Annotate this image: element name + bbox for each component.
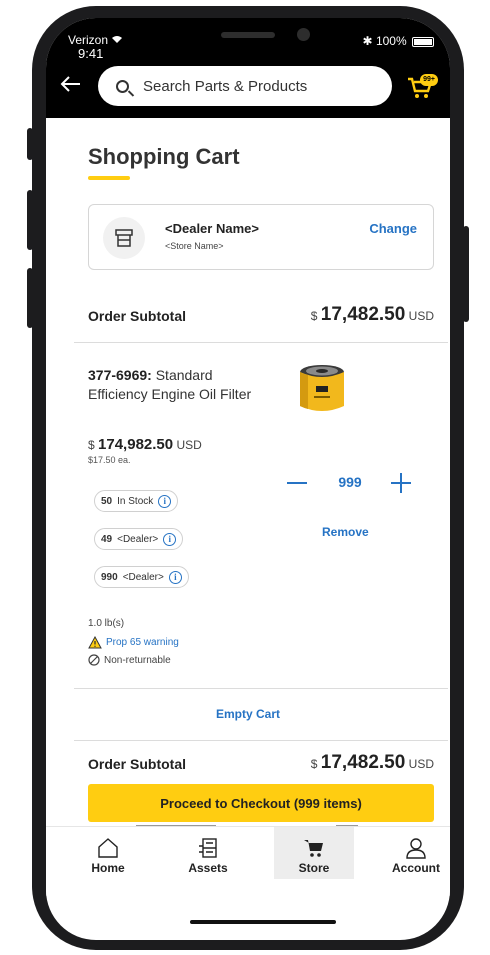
nav-assets[interactable]: Assets — [168, 827, 248, 879]
currency-code: USD — [408, 309, 434, 323]
currency-symbol: $ — [310, 309, 318, 323]
stock-label: In Stock — [117, 495, 154, 507]
currency-code: USD — [176, 438, 202, 452]
battery-percent: 100% — [375, 34, 407, 48]
stock-pill: 49 <Dealer> i — [94, 528, 184, 550]
cart-icon — [304, 840, 323, 857]
nav-store[interactable]: Store — [274, 827, 354, 879]
subtotal-label: Order Subtotal — [88, 756, 187, 772]
power-button — [463, 226, 469, 322]
page-title: Shopping Cart — [88, 144, 240, 169]
cart-badge: 99+ — [420, 74, 438, 86]
quantity-stepper: 999 — [282, 468, 416, 498]
item-each-price: $17.50 ea. — [88, 455, 131, 465]
change-dealer-link[interactable]: Change — [369, 221, 417, 236]
stock-pill: 990 <Dealer> i — [94, 566, 189, 588]
order-subtotal-top: Order Subtotal $ 17,482.50 USD — [88, 304, 434, 328]
info-icon[interactable]: i — [163, 532, 177, 546]
back-arrow-icon[interactable] — [60, 74, 82, 98]
item-price-value: 174,982.50 — [98, 436, 174, 453]
subtotal-value: 17,482.50 — [320, 752, 406, 773]
item-weight: 1.0 lb(s) — [88, 618, 125, 629]
divider — [74, 740, 448, 741]
stock-label: <Dealer> — [117, 533, 159, 545]
subtotal-amount: $ 17,482.50 USD — [311, 304, 434, 326]
info-icon[interactable]: i — [158, 494, 172, 508]
status-left: Verizon 9:41 — [68, 34, 123, 60]
status-right: ✱ 100% — [363, 34, 434, 48]
home-indicator — [190, 920, 336, 924]
subtotal-amount: $ 17,482.50 USD — [311, 752, 434, 774]
nav-account-label: Account — [392, 861, 440, 875]
subtotal-label: Order Subtotal — [88, 308, 187, 324]
nav-home-label: Home — [91, 861, 125, 875]
title-underline — [88, 176, 130, 180]
order-subtotal-bottom: Order Subtotal $ 17,482.50 USD — [88, 752, 434, 776]
volume-up-button — [27, 190, 33, 250]
notch — [139, 18, 357, 52]
silent-switch — [27, 128, 33, 160]
empty-cart-link[interactable]: Empty Cart — [46, 707, 450, 721]
battery-icon — [412, 36, 434, 47]
search-bar[interactable] — [98, 66, 392, 106]
proceed-to-checkout-button[interactable]: Proceed to Checkout (999 items) — [88, 784, 434, 822]
store-icon — [103, 217, 145, 259]
nav-home[interactable]: Home — [68, 827, 148, 879]
dealer-card: <Dealer Name> <Store Name> Change — [88, 204, 434, 270]
bluetooth-icon: ✱ — [362, 34, 373, 48]
stock-pill: 50 In Stock i — [94, 490, 179, 512]
store-name: <Store Name> — [165, 241, 224, 251]
non-returnable: Non-returnable — [88, 654, 171, 666]
search-input[interactable] — [143, 77, 363, 95]
item-title[interactable]: 377-6969: Standard Efficiency Engine Oil… — [88, 366, 258, 404]
currency-code: USD — [408, 757, 434, 771]
warning-icon — [88, 636, 102, 649]
bottom-nav: Home Assets Store Account — [46, 826, 450, 896]
subtotal-value: 17,482.50 — [320, 304, 406, 325]
search-icon — [116, 79, 129, 93]
stock-qty: 990 — [101, 571, 118, 583]
info-icon[interactable]: i — [168, 570, 182, 584]
part-number: 377-6969: — [88, 367, 152, 383]
account-icon — [406, 838, 426, 859]
carrier-label: Verizon — [68, 33, 109, 47]
no-return-icon — [88, 654, 100, 666]
prop65-label: Prop 65 warning — [106, 637, 179, 648]
volume-down-button — [27, 268, 33, 328]
quantity-value[interactable]: 999 — [330, 474, 370, 490]
currency-symbol: $ — [88, 438, 95, 452]
home-icon — [98, 838, 118, 858]
nav-store-label: Store — [298, 861, 330, 875]
phone-screen: Verizon 9:41 ✱ 100% 99+ — [46, 18, 450, 940]
increase-quantity-button[interactable] — [386, 468, 416, 498]
wifi-icon — [111, 33, 123, 47]
app-header: Verizon 9:41 ✱ 100% 99+ — [46, 18, 450, 118]
divider — [74, 688, 448, 689]
nav-account[interactable]: Account — [376, 827, 450, 879]
decrease-quantity-button[interactable] — [282, 468, 312, 498]
dealer-name: <Dealer Name> — [165, 221, 259, 236]
divider — [74, 342, 448, 343]
stock-qty: 50 — [101, 495, 113, 507]
nav-assets-label: Assets — [188, 861, 228, 875]
cart-button[interactable]: 99+ — [406, 74, 438, 102]
stock-label: <Dealer> — [122, 571, 164, 583]
status-time: 9:41 — [78, 46, 104, 61]
equipment-icon — [199, 838, 217, 858]
prop65-warning[interactable]: Prop 65 warning — [88, 636, 179, 649]
front-camera — [297, 28, 310, 41]
non-returnable-label: Non-returnable — [104, 654, 171, 666]
stock-qty: 49 — [101, 533, 113, 545]
product-image[interactable] — [290, 356, 354, 420]
speaker-grille — [221, 32, 275, 38]
currency-symbol: $ — [310, 757, 318, 771]
remove-item-link[interactable]: Remove — [322, 525, 369, 539]
item-price: $ 174,982.50 USD — [88, 436, 202, 453]
